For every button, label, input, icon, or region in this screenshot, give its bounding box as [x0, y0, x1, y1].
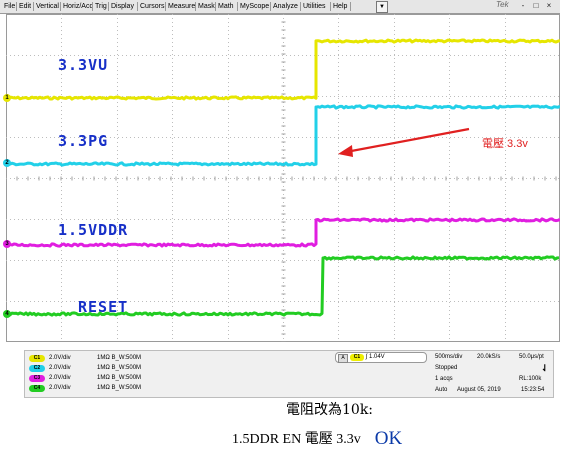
record-length: RL:100k [519, 376, 542, 382]
trigger-sweep-mode: Auto [435, 387, 448, 393]
annotation-text: 電壓 3.3v [482, 138, 528, 150]
channel-1-readout[interactable]: C1 2.0V/div 1MΩ B_W:500M [29, 354, 141, 362]
time-per-point: 50.0μs/pt [519, 354, 544, 360]
menu-measure[interactable]: Measure [168, 1, 195, 12]
volts-per-div: 2.0V/div [49, 365, 71, 371]
menu-vertical[interactable]: Vertical [36, 1, 59, 12]
ch3-ground-marker[interactable]: 3 [3, 240, 11, 248]
channel-3-readout[interactable]: C3 2.0V/div 1MΩ B_W:500M [29, 374, 141, 382]
volts-per-div: 2.0V/div [49, 375, 71, 381]
menu-help[interactable]: Help [333, 1, 347, 12]
channel-badge: C1 [29, 354, 45, 362]
single-seq-icon: ⇃ [541, 363, 549, 373]
trace-label-3-3vu: 3.3VU [58, 56, 109, 74]
acq-time: 15:23:54 [521, 387, 545, 393]
acquisition-readout[interactable]: 500ms/div 20.0kS/s 50.0μs/pt Stopped ⇃ 1… [433, 352, 552, 396]
ch4-ground-marker[interactable]: 4 [3, 310, 11, 318]
timebase: 500ms/div [435, 354, 463, 360]
status-panel: C1 2.0V/div 1MΩ B_W:500M C2 2.0V/div 1MΩ B_W… [24, 350, 554, 398]
impedance-bandwidth: 1MΩ B_W:500M [97, 355, 142, 361]
menu-display[interactable]: Display [111, 1, 134, 12]
menu-horiz-acq[interactable]: Horiz/Acq [63, 1, 93, 12]
channel-badge: C3 [29, 374, 45, 382]
minimize-button[interactable]: - [518, 1, 528, 11]
trace-label-reset: RESET [78, 298, 129, 316]
acq-date: August 05, 2019 [457, 387, 501, 393]
trigger-mode-badge: A [338, 354, 348, 363]
channel-2-readout[interactable]: C2 2.0V/div 1MΩ B_W:500M [29, 364, 141, 372]
acq-state: Stopped [435, 365, 458, 371]
menu-file[interactable]: File [4, 1, 15, 12]
handwritten-note-2: 1.5DDR EN 電壓 3.3v OK [232, 428, 402, 450]
acq-count: 1 acqs [435, 376, 453, 382]
impedance-bandwidth: 1MΩ B_W:500M [97, 365, 142, 371]
handwritten-note-1: 電阻改為10k: [286, 402, 374, 418]
trigger-source-badge: C1 [350, 354, 364, 361]
menu-myscope[interactable]: MyScope [240, 1, 269, 12]
channel-badge: C2 [29, 364, 45, 372]
tek-logo: Tek [496, 0, 509, 9]
menu-cursors[interactable]: Cursors [140, 1, 165, 12]
menu-utilities[interactable]: Utilities [303, 1, 326, 12]
trace-label-1-5vddr: 1.5VDDR [58, 221, 129, 239]
menu-dropdown-button[interactable]: ▼ [376, 1, 388, 13]
maximize-button[interactable]: □ [531, 1, 541, 11]
menu-trig[interactable]: Trig [95, 1, 107, 12]
waveform-display[interactable]: 1 2 3 4 3.3VU 3.3PG 1.5VDDR RESET 電壓 3.3… [3, 14, 560, 342]
channel-4-readout[interactable]: C4 2.0V/div 1MΩ B_W:500M [29, 384, 141, 392]
channel-badge: C4 [29, 384, 45, 392]
impedance-bandwidth: 1MΩ B_W:500M [97, 375, 142, 381]
ch2-ground-marker[interactable]: 2 [3, 159, 11, 167]
note-text: 1.5DDR EN 電壓 3.3v [232, 432, 361, 447]
annotation-arrow [338, 127, 470, 157]
trigger-readout[interactable]: A C1 ∫ 1.04V [335, 352, 427, 363]
impedance-bandwidth: 1MΩ B_W:500M [97, 385, 142, 391]
menu-analyze[interactable]: Analyze [273, 1, 298, 12]
volts-per-div: 2.0V/div [49, 385, 71, 391]
ch1-ground-marker[interactable]: 1 [3, 94, 11, 102]
sample-rate: 20.0kS/s [477, 354, 501, 360]
trace-label-3-3pg: 3.3PG [58, 132, 109, 150]
volts-per-div: 2.0V/div [49, 355, 71, 361]
trigger-slope-icon: ∫ [365, 354, 368, 360]
ok-mark: OK [374, 428, 403, 449]
menu-math[interactable]: Math [218, 1, 234, 12]
trigger-level: 1.04V [369, 354, 385, 360]
menu-mask[interactable]: Mask [198, 1, 215, 12]
close-button[interactable]: × [544, 1, 554, 11]
menu-bar: File Edit Vertical Horiz/Acq Trig Displa… [0, 0, 560, 14]
menu-edit[interactable]: Edit [19, 1, 31, 12]
